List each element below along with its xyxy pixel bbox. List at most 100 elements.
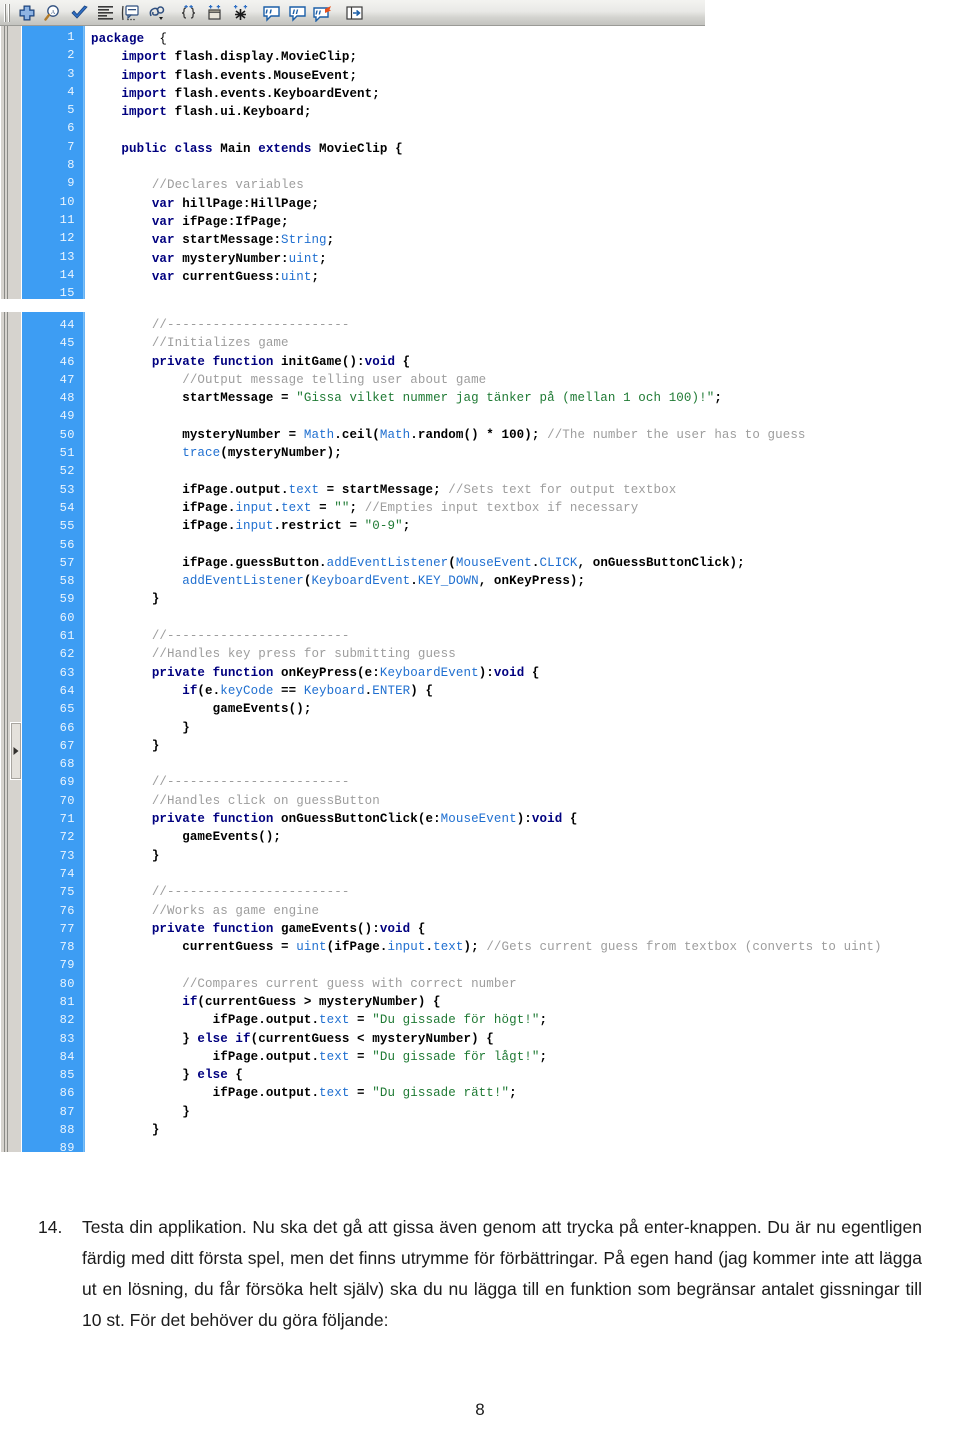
vertical-scrollbar-bottom[interactable] bbox=[0, 312, 22, 1152]
code-token: ifPage.output. bbox=[212, 1086, 320, 1101]
find-replace-icon[interactable]: A bbox=[40, 2, 66, 24]
collapse-selection-icon[interactable] bbox=[201, 2, 227, 24]
code-token: } bbox=[151, 592, 160, 607]
code-token: CLICK bbox=[539, 555, 578, 570]
code-text-top[interactable]: package { import flash.display.MovieClip… bbox=[85, 26, 705, 299]
line-number: 5 bbox=[67, 103, 75, 118]
code-line: import flash.ui.Keyboard; bbox=[85, 103, 705, 121]
code-line: addEventListener(KeyboardEvent.KEY_DOWN,… bbox=[85, 572, 960, 590]
vertical-scrollbar-top[interactable] bbox=[0, 26, 22, 299]
line-number: 75 bbox=[59, 885, 75, 900]
code-token: ifPage.guessButton. bbox=[182, 555, 327, 570]
line-number: 4 bbox=[67, 84, 75, 99]
code-line: //------------------------ bbox=[85, 883, 960, 901]
apply-block-comment-icon[interactable] bbox=[258, 2, 284, 24]
code-token: = bbox=[349, 1086, 373, 1101]
instruction-block: 14. Testa din applikation. Nu ska det gå… bbox=[38, 1212, 922, 1336]
code-line: if(currentGuess > mysteryNumber) { bbox=[85, 993, 960, 1011]
code-token: flash.ui.Keyboard; bbox=[174, 105, 312, 120]
line-number: 77 bbox=[59, 921, 75, 936]
code-token: KeyboardEvent bbox=[311, 574, 411, 589]
code-token: } bbox=[182, 1104, 190, 1119]
code-line: if(e.keyCode == Keyboard.ENTER) { bbox=[85, 682, 960, 700]
line-number: 86 bbox=[59, 1086, 75, 1101]
code-token: startMessage = bbox=[182, 391, 297, 406]
code-token: } bbox=[151, 848, 160, 863]
code-line: private function gameEvents():void { bbox=[85, 920, 960, 938]
add-item-icon[interactable] bbox=[14, 2, 40, 24]
line-number: 59 bbox=[59, 592, 75, 607]
code-line: trace(mysteryNumber); bbox=[85, 444, 960, 462]
code-token: . bbox=[410, 574, 418, 589]
remove-comment-icon[interactable] bbox=[310, 2, 336, 24]
code-token: gameEvents(); bbox=[182, 830, 282, 845]
code-token: //Declares variables bbox=[151, 178, 304, 193]
code-text-bottom[interactable]: //------------------------ //Initializes… bbox=[85, 312, 960, 1152]
line-number: 57 bbox=[59, 555, 75, 570]
code-token: uint bbox=[281, 269, 312, 284]
code-panel-bottom[interactable]: 44 45 46 47 48 49 50 51 52 53 54 55 56 57 58 59 60 61 62 63… bbox=[0, 312, 960, 1152]
line-number: 10 bbox=[59, 194, 75, 209]
code-token: //Initializes game bbox=[151, 336, 289, 351]
code-token: KeyboardEvent bbox=[379, 665, 479, 680]
apply-line-comment-icon[interactable] bbox=[284, 2, 310, 24]
code-token: { bbox=[524, 665, 540, 680]
debug-options-icon[interactable] bbox=[144, 2, 170, 24]
code-token: String bbox=[281, 233, 327, 248]
gutter-edge bbox=[83, 26, 84, 299]
auto-format-icon[interactable] bbox=[92, 2, 118, 24]
code-token: void bbox=[379, 921, 411, 936]
code-token: (e. bbox=[197, 683, 221, 698]
code-line: } bbox=[85, 847, 960, 865]
code-token: if bbox=[182, 683, 198, 698]
check-syntax-icon[interactable] bbox=[66, 2, 92, 24]
code-token: . bbox=[531, 555, 540, 570]
code-token: (currentGuess > mysteryNumber) { bbox=[197, 994, 441, 1009]
code-token: //Gets current guess from textbox (conve… bbox=[486, 940, 882, 955]
show-code-hint-icon[interactable] bbox=[118, 2, 144, 24]
code-token: uint bbox=[288, 251, 320, 266]
document-page: A 1 2 3 4 5 6 7 8 9 10 11 12 13 14 15 pa… bbox=[0, 0, 960, 1432]
line-number: 83 bbox=[59, 1031, 75, 1046]
code-line: mysteryNumber = Math.ceil(Math.random() … bbox=[85, 426, 960, 444]
toolbar-drag-handle[interactable] bbox=[4, 3, 11, 22]
code-token: = bbox=[349, 1013, 373, 1028]
expand-all-icon[interactable] bbox=[227, 2, 253, 24]
actionscript-editor-toolbar: A bbox=[0, 0, 705, 26]
code-line: } else { bbox=[85, 1066, 960, 1084]
code-line: private function onKeyPress(e:KeyboardEv… bbox=[85, 664, 960, 682]
instruction-paragraph: Testa din applikation. Nu ska det gå att… bbox=[82, 1217, 922, 1330]
scrollbar-thumb[interactable] bbox=[10, 722, 22, 780]
collapse-braces-icon[interactable] bbox=[175, 2, 201, 24]
code-line: var startMessage:String; bbox=[85, 231, 705, 249]
code-panel-top[interactable]: 1 2 3 4 5 6 7 8 9 10 11 12 13 14 15 package { import f… bbox=[0, 26, 705, 299]
code-token: ifPage.output. bbox=[212, 1013, 320, 1028]
line-number: 50 bbox=[59, 427, 75, 442]
line-number: 71 bbox=[59, 812, 75, 827]
line-number: 89 bbox=[59, 1141, 75, 1152]
line-number: 48 bbox=[59, 391, 75, 406]
code-token: "Gissa vilket nummer jag tänker på (mell… bbox=[296, 391, 715, 406]
code-token: "Du gissade för högt!" bbox=[372, 1013, 540, 1028]
code-token: hillPage:HillPage; bbox=[174, 196, 320, 211]
show-hide-toolbox-icon[interactable] bbox=[341, 2, 367, 24]
svg-text:A: A bbox=[50, 10, 55, 16]
line-number: 13 bbox=[59, 249, 75, 264]
